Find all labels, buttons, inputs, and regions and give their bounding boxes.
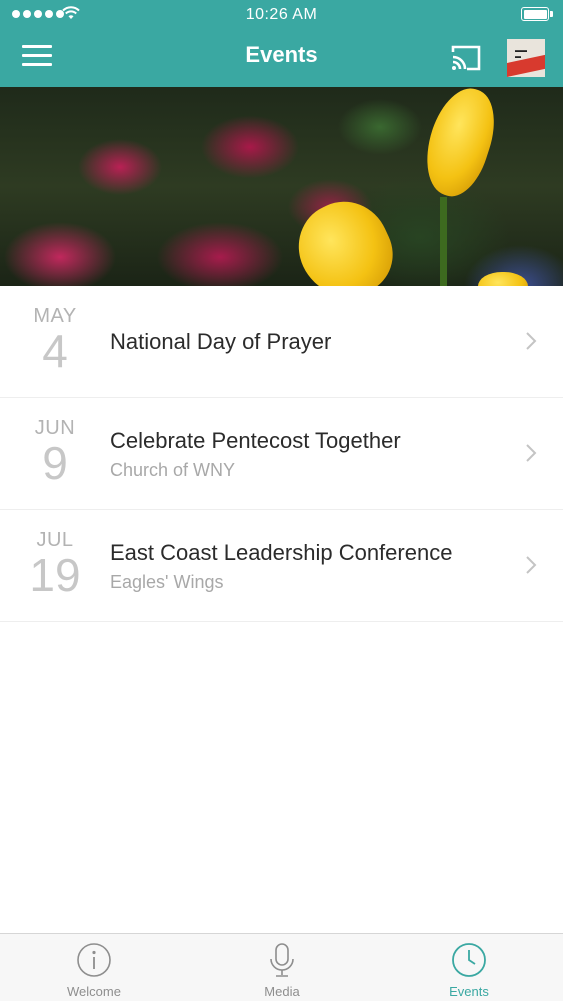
tab-label: Media	[264, 984, 300, 999]
event-row[interactable]: JUN 9 Celebrate Pentecost Together Churc…	[0, 398, 563, 510]
cast-icon[interactable]	[449, 43, 483, 73]
microphone-icon	[270, 943, 294, 977]
tab-welcome[interactable]: Welcome	[0, 934, 188, 1001]
tab-events[interactable]: Events	[375, 934, 563, 1001]
event-day: 9	[42, 437, 68, 489]
event-row[interactable]: JUL 19 East Coast Leadership Conference …	[0, 510, 563, 622]
logo-mark: ▬▬ ▬	[515, 48, 527, 60]
chevron-right-icon	[526, 332, 537, 350]
event-subtitle: Church of WNY	[110, 460, 236, 480]
church-logo-avatar[interactable]: ▬▬ ▬	[507, 39, 545, 77]
event-title: National Day of Prayer	[110, 329, 332, 354]
tab-media[interactable]: Media	[188, 934, 376, 1001]
event-title: Celebrate Pentecost Together	[110, 428, 401, 453]
status-bar: 10:26 AM	[0, 0, 563, 30]
chevron-right-icon	[526, 444, 537, 462]
chevron-right-icon	[526, 556, 537, 574]
battery-icon	[521, 7, 553, 21]
tab-bar: Welcome Media Events	[0, 933, 563, 1001]
hero-banner-image	[0, 87, 563, 286]
events-list: MAY 4 National Day of Prayer JUN 9 Celeb…	[0, 286, 563, 622]
app-header: 10:26 AM Events ▬▬ ▬	[0, 0, 563, 87]
status-time: 10:26 AM	[245, 6, 318, 23]
clock-icon	[452, 943, 486, 977]
tab-label: Events	[449, 984, 489, 999]
event-day: 4	[42, 325, 68, 377]
info-icon	[77, 943, 111, 977]
event-title: East Coast Leadership Conference	[110, 540, 453, 565]
event-row[interactable]: MAY 4 National Day of Prayer	[0, 286, 563, 398]
event-day: 19	[29, 549, 81, 601]
tab-label: Welcome	[67, 984, 121, 999]
nav-bar: Events ▬▬ ▬	[0, 30, 563, 87]
event-subtitle: Eagles' Wings	[110, 572, 224, 592]
